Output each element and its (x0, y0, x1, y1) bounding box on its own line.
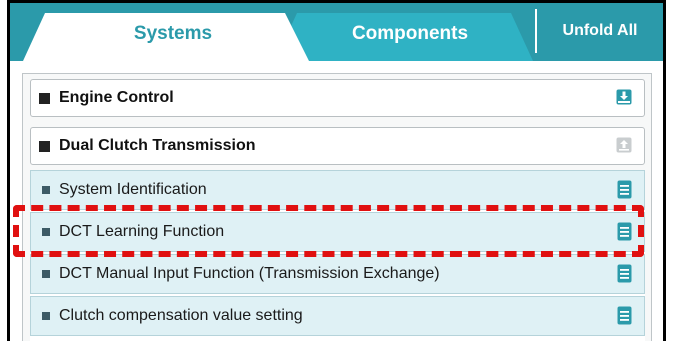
list-item-dct-manual-input-function[interactable]: DCT Manual Input Function (Transmission … (30, 254, 645, 294)
dct-function-list: System Identification DCT Learning Funct… (30, 170, 645, 341)
section-bullet (39, 93, 50, 104)
section-dual-clutch-transmission[interactable]: Dual Clutch Transmission (30, 127, 645, 165)
systems-panel: Engine Control Dual Clutch Transmission (22, 73, 652, 341)
section-bullet (39, 141, 50, 152)
section-engine-control[interactable]: Engine Control (30, 79, 645, 117)
tab-systems[interactable]: Systems (23, 13, 323, 61)
list-item-dct-learning-function[interactable]: DCT Learning Function (30, 212, 645, 252)
item-label: System Identification (59, 181, 207, 198)
list-item-clutch-compensation-value-setting[interactable]: Clutch compensation value setting (30, 296, 645, 336)
download-icon[interactable] (616, 89, 632, 105)
content-area: Engine Control Dual Clutch Transmission (10, 61, 663, 341)
document-icon[interactable] (617, 180, 632, 199)
item-bullet (42, 228, 50, 236)
item-label: DCT Manual Input Function (Transmission … (59, 265, 440, 282)
section-label: Dual Clutch Transmission (59, 137, 256, 154)
document-icon[interactable] (617, 264, 632, 283)
item-bullet (42, 312, 50, 320)
item-label: Clutch compensation value setting (59, 307, 303, 324)
app-window: Components Systems Unfold All Engine Con… (7, 0, 666, 341)
item-label: DCT Learning Function (59, 223, 225, 240)
unfold-all-button[interactable]: Unfold All (535, 9, 663, 53)
section-label: Engine Control (59, 89, 174, 106)
document-icon[interactable] (617, 306, 632, 325)
item-bullet (42, 270, 50, 278)
tab-systems-label: Systems (133, 23, 213, 44)
upload-icon[interactable] (616, 137, 632, 153)
list-item-system-identification[interactable]: System Identification (30, 170, 645, 210)
document-icon[interactable] (617, 222, 632, 241)
item-bullet (42, 186, 50, 194)
tab-bar: Components Systems Unfold All (10, 3, 663, 61)
